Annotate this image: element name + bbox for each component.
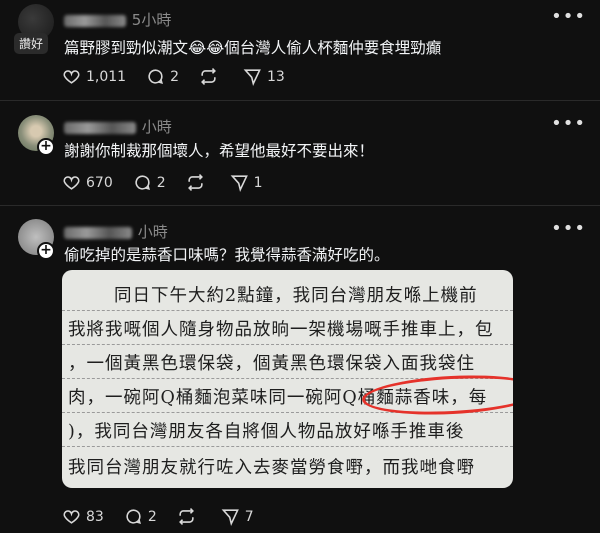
blurred-username: [64, 226, 132, 239]
reply-button[interactable]: 2: [146, 67, 179, 86]
like-button[interactable]: 1,011: [62, 67, 126, 86]
comment-icon: [148, 69, 164, 84]
post-1: 讚好 5小時 ••• 篇野膠到勁似潮文😂😂個台灣人偷人杯麵仲要食埋勁癲 1,01…: [0, 0, 600, 100]
ruled-line: [62, 446, 513, 447]
attached-document-photo[interactable]: 同日下午大約2點鐘，我同台灣朋友喺上機前 我將我嘅個人隨身物品放晌一架機場嘅手推…: [62, 270, 513, 488]
document-line: ，一個黃黑色環保袋，個黃黑色環保袋入面我袋住: [68, 354, 475, 374]
post-time: 小時: [141, 118, 172, 136]
heart-icon: [63, 510, 80, 524]
follow-plus-icon[interactable]: +: [37, 242, 55, 260]
repost-button[interactable]: [177, 507, 201, 526]
post-actions: 670 2 1: [62, 173, 283, 192]
repost-icon: [201, 68, 216, 85]
reply-count: 2: [170, 68, 180, 85]
send-icon: [230, 175, 248, 192]
reply-count: 2: [156, 174, 166, 191]
repost-button[interactable]: [186, 173, 210, 192]
post-actions: 83 2 7: [62, 507, 274, 526]
share-count: 7: [244, 508, 254, 525]
like-count: 83: [86, 508, 104, 525]
send-icon: [243, 69, 261, 86]
more-horizontal-icon[interactable]: •••: [551, 113, 586, 134]
post-text: 篇野膠到勁似潮文😂😂個台灣人偷人杯麵仲要食埋勁癲: [64, 39, 442, 57]
reply-button[interactable]: 2: [124, 507, 157, 526]
post-2: + 小時 ••• 謝謝你制裁那個壞人，希望他最好不要出來！ 670 2 1: [0, 101, 600, 205]
post-actions: 1,011 2 13: [62, 67, 305, 86]
repost-icon: [178, 508, 194, 525]
more-horizontal-icon[interactable]: •••: [551, 218, 586, 239]
blurred-username: [64, 121, 136, 134]
document-line: 我將我嘅個人隨身物品放晌一架機場嘅手推車上，包: [68, 320, 494, 340]
username[interactable]: 5小時: [64, 9, 171, 30]
post-time: 5小時: [131, 11, 172, 29]
follow-plus-icon[interactable]: +: [37, 138, 55, 156]
like-count: 670: [86, 174, 113, 191]
share-count: 1: [253, 174, 263, 191]
document-line: )，我同台灣朋友各自將個人物品放好喺手推車後: [68, 422, 465, 442]
post-text: 偷吃掉的是蒜香口味嗎？我覺得蒜香滿好吃的。: [64, 246, 390, 264]
heart-icon: [63, 176, 80, 190]
share-button[interactable]: 1: [230, 173, 263, 192]
document-line: 同日下午大約2點鐘，我同台灣朋友喺上機前: [114, 286, 478, 306]
post-text: 謝謝你制裁那個壞人，希望他最好不要出來！: [64, 142, 375, 160]
comment-icon: [135, 175, 150, 190]
liked-badge: 讚好: [14, 33, 49, 54]
repost-button[interactable]: [199, 67, 223, 86]
username[interactable]: 小時: [64, 221, 168, 242]
ruled-line: [62, 310, 513, 311]
comment-icon: [126, 509, 141, 524]
share-button[interactable]: 13: [243, 67, 285, 86]
share-count: 13: [267, 68, 285, 85]
like-button[interactable]: 83: [62, 507, 104, 526]
repost-icon: [187, 174, 203, 191]
like-count: 1,011: [86, 68, 127, 85]
reply-count: 2: [147, 508, 157, 525]
ruled-line: [62, 344, 513, 345]
username[interactable]: 小時: [64, 116, 172, 137]
blurred-username: [64, 14, 126, 27]
document-line: 我同台灣朋友就行咗入去麥當勞食嘢，而我哋食嘢: [68, 458, 475, 478]
post-time: 小時: [137, 223, 168, 241]
share-button[interactable]: 7: [221, 507, 254, 526]
reply-button[interactable]: 2: [133, 173, 166, 192]
like-button[interactable]: 670: [62, 173, 113, 192]
heart-icon: [63, 70, 80, 84]
more-horizontal-icon[interactable]: •••: [551, 6, 586, 27]
send-icon: [221, 509, 239, 526]
